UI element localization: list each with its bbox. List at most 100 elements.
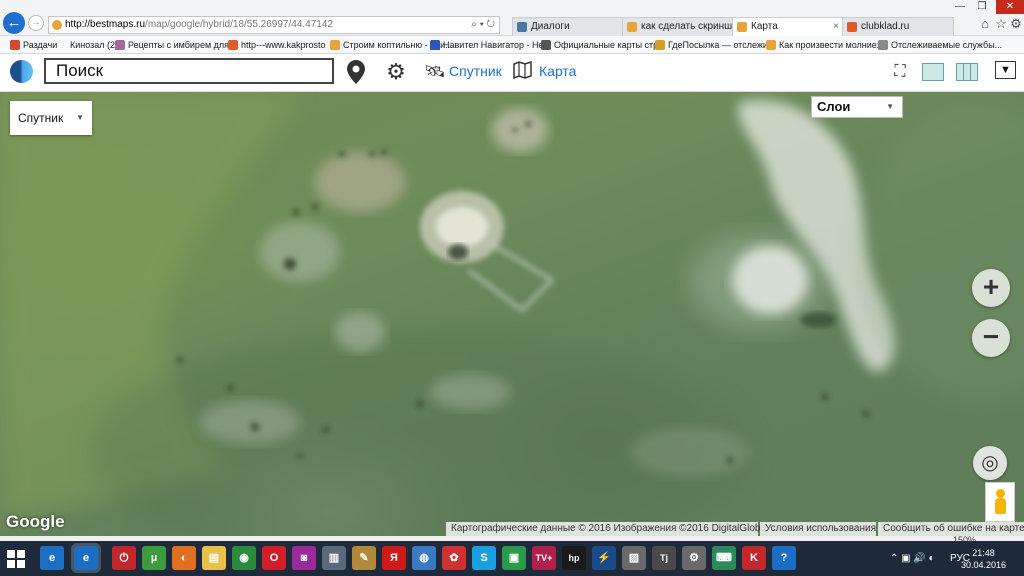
bookmark-item[interactable]: http---www.kakprosto (228, 38, 326, 52)
terms-link[interactable]: Условия использования (760, 522, 876, 536)
utorrent-icon[interactable]: µ (142, 546, 166, 570)
search-refresh-icons[interactable]: ⌕ ▾ ↻ (471, 17, 495, 33)
chat-icon[interactable]: ▣ (502, 546, 526, 570)
bookmark-label: http---www.kakprosto (241, 40, 326, 50)
bookmark-item[interactable]: Отслеживаемые службы... (878, 38, 1002, 52)
zoom-in-button[interactable]: + (972, 269, 1010, 307)
site-logo-icon[interactable] (10, 60, 33, 83)
tab-dialogs[interactable]: Диалоги (512, 17, 624, 36)
bookmark-favicon-icon (541, 40, 551, 50)
windows-start-icon[interactable] (7, 550, 25, 568)
tab-label: clubklad.ru (861, 21, 910, 32)
clock-date: 30.04.2016 (960, 560, 1006, 570)
my-location-icon[interactable]: ◎ (973, 446, 1007, 480)
tab-clubklad[interactable]: clubklad.ru (842, 17, 954, 36)
bookmark-item[interactable]: Как произвести молниез... (766, 38, 888, 52)
taskbar-app-icon[interactable]: e (74, 546, 98, 570)
tool-icon[interactable]: ✎ (352, 546, 376, 570)
bookmark-item[interactable]: Официальные карты стр... (541, 38, 666, 52)
map-icon[interactable] (512, 60, 534, 84)
tab-favicon-icon (847, 22, 857, 32)
favorites-bar: Раздачи Кинозал (2) Рецепты с имбирем дл… (0, 36, 1024, 54)
skype-icon[interactable]: S (472, 546, 496, 570)
tab-close-icon[interactable]: × (833, 18, 839, 35)
gear-icon[interactable]: ⚙ (682, 546, 706, 570)
bookmark-item[interactable]: Кинозал (2) (60, 38, 118, 52)
text-icon[interactable]: Tj (652, 546, 676, 570)
restore-button[interactable]: ❐ (972, 0, 992, 14)
single-view-button[interactable] (922, 63, 944, 81)
map-pin-icon[interactable] (346, 60, 366, 84)
map-type-select[interactable]: Спутник ▼ (10, 101, 92, 135)
tab-label: Диалоги (531, 21, 570, 32)
bookmark-item[interactable]: Навител Навигатор - Не... (430, 38, 551, 52)
forward-button[interactable]: → (28, 15, 44, 31)
help-icon[interactable]: ? (772, 546, 796, 570)
keyboard-icon[interactable]: ⌨ (712, 546, 736, 570)
bookmark-favicon-icon (330, 40, 340, 50)
menu-dropdown-button[interactable]: ▼ (995, 61, 1016, 79)
bookmark-item[interactable]: ГдеПосылка — отслежи... (655, 38, 775, 52)
layers-select[interactable]: Слои ▼ (811, 96, 903, 118)
game-icon[interactable]: K (742, 546, 766, 570)
bookmark-label: Рецепты с имбирем для ... (128, 40, 240, 50)
pegman-body (995, 498, 1006, 514)
browser-nav-bar: ← → http://bestmaps.ru/map/google/hybrid… (0, 0, 1024, 36)
bookmark-item[interactable]: Рецепты с имбирем для ... (115, 38, 239, 52)
chrome-icon[interactable]: ◉ (232, 546, 256, 570)
close-window-button[interactable]: ✕ (996, 0, 1024, 14)
settings-gear-icon[interactable]: ⚙ (384, 60, 408, 84)
folder-icon[interactable]: ▤ (202, 546, 226, 570)
address-bar[interactable]: http://bestmaps.ru/map/google/hybrid/18/… (48, 16, 500, 34)
tray-icons[interactable]: ⌃ ▣ 🔊 ◐ (890, 541, 935, 576)
chevron-down-icon: ▼ (76, 113, 84, 122)
power-icon[interactable]: ⏻ (112, 546, 136, 570)
favorites-star-icon[interactable]: ☆ (994, 17, 1008, 31)
system-clock[interactable]: 21:48 30.04.2016 (961, 547, 1006, 571)
hp-icon[interactable]: hp (562, 546, 586, 570)
flash-icon[interactable]: ⚡ (592, 546, 616, 570)
satellite-map[interactable]: Спутник ▼ Слои ▼ + − ◎ Google Картографи… (0, 92, 1024, 536)
address-host: http://bestmaps.ru (65, 19, 146, 30)
chevron-down-icon: ▼ (886, 102, 894, 111)
map-attribution: Картографические данные © 2016 Изображен… (446, 522, 766, 536)
home-icon[interactable]: ⌂ (978, 17, 992, 31)
bookmark-favicon-icon (115, 40, 125, 50)
address-path: /map/google/hybrid/18/55.26997/44.47142 (145, 19, 333, 30)
tab-screenshot[interactable]: как сделать скриншот э... (622, 17, 734, 36)
map-link[interactable]: Карта (539, 62, 576, 80)
lock-icon[interactable]: ▨ (622, 546, 646, 570)
bookmark-favicon-icon (655, 40, 665, 50)
tab-label: Карта (751, 21, 778, 32)
app-red-icon[interactable]: ✿ (442, 546, 466, 570)
split-view-button[interactable] (956, 63, 978, 81)
app-globe-icon[interactable]: ◍ (412, 546, 436, 570)
bookmark-favicon-icon (430, 40, 440, 50)
bookmark-item[interactable]: Раздачи (10, 38, 57, 52)
satellite-icon[interactable]: 🛰 (424, 60, 446, 84)
back-button[interactable]: ← (3, 12, 25, 34)
search-placeholder: Поиск (56, 61, 104, 80)
map-type-value: Спутник (18, 111, 64, 125)
fullscreen-icon[interactable]: ⛶ (890, 60, 910, 84)
site-favicon-icon (52, 20, 62, 30)
settings-gear-icon[interactable]: ⚙ (1009, 17, 1023, 31)
firefox-icon[interactable]: ◐ (172, 546, 196, 570)
tvplus-icon[interactable]: TV+ (532, 546, 556, 570)
minimize-button[interactable]: — (950, 0, 970, 14)
printer-icon[interactable]: ▥ (322, 546, 346, 570)
taskbar-app-icon[interactable]: e (40, 546, 64, 570)
yandex-icon[interactable]: Я (382, 546, 406, 570)
satellite-link[interactable]: Спутник (449, 62, 502, 80)
bookmark-label: ГдеПосылка — отслежи... (668, 40, 776, 50)
street-view-pegman-icon[interactable] (985, 482, 1015, 522)
camera-icon[interactable]: ◙ (292, 546, 316, 570)
tab-label: как сделать скриншот э... (641, 21, 733, 32)
clock-time: 21:48 (972, 548, 995, 558)
zoom-out-button[interactable]: − (972, 319, 1010, 357)
bookmark-label: Как произвести молниез... (779, 40, 889, 50)
tab-map[interactable]: Карта × (732, 17, 844, 36)
opera-icon[interactable]: O (262, 546, 286, 570)
search-input[interactable]: Поиск (44, 58, 334, 84)
report-error-link[interactable]: Сообщить об ошибке на карте (878, 522, 1024, 536)
